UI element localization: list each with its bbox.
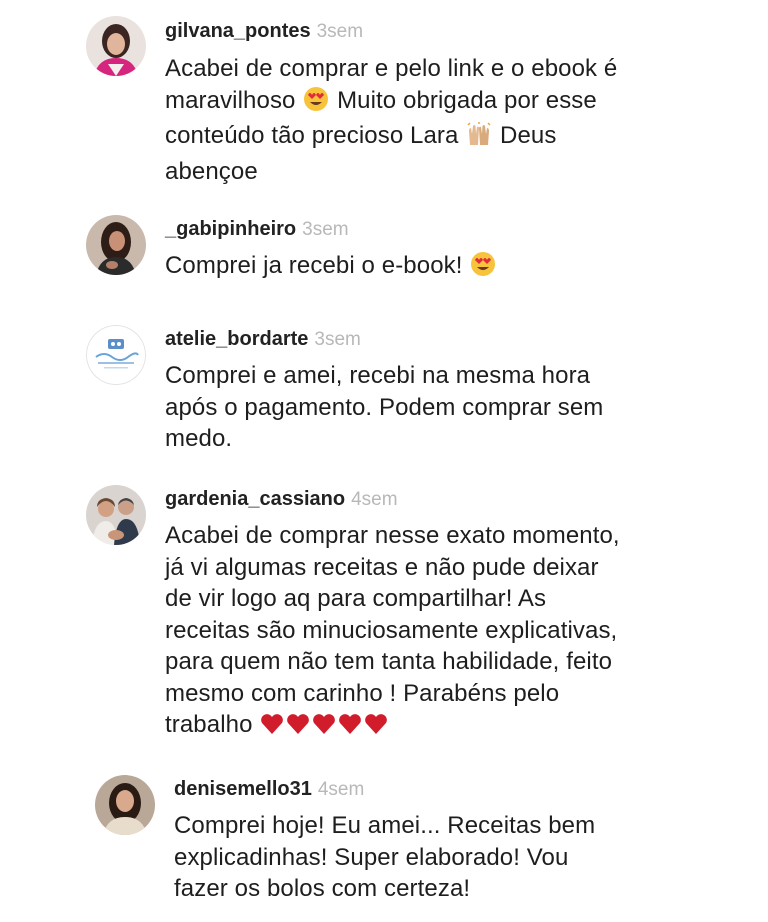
- comment-item: atelie_bordarte 3sem Comprei e amei, rece…: [0, 305, 768, 475]
- timestamp: 3sem: [302, 219, 349, 240]
- timestamp: 3sem: [316, 21, 364, 42]
- username[interactable]: denisemello31: [174, 778, 312, 800]
- comment-line: receitas são minuciosamente explicativas…: [165, 616, 618, 644]
- avatar[interactable]: [86, 16, 146, 76]
- avatar[interactable]: [86, 485, 146, 545]
- username[interactable]: gilvana_pontes: [165, 20, 311, 42]
- comment-line: conteúdo tão precioso Lara Deus: [165, 120, 617, 156]
- avatar[interactable]: [95, 775, 155, 835]
- username[interactable]: atelie_bordarte: [165, 328, 308, 350]
- comment-text: Comprei hoje! Eu amei... Receitas bem ex…: [174, 810, 595, 905]
- avatar-photo: [86, 215, 146, 275]
- avatar-photo: [86, 16, 146, 76]
- comment-line: explicadinhas! Super elaborado! Vou: [174, 843, 569, 871]
- comment-item: gilvana_pontes 3sem Acabei de comprar e p…: [0, 0, 768, 195]
- comment-line: já vi algumas receitas e não pude deixar: [165, 553, 599, 581]
- comment-line: Comprei hoje! Eu amei... Receitas bem: [174, 812, 596, 839]
- comment-item: gardenia_cassiano 4sem Acabei de comprar …: [0, 475, 768, 755]
- comment-line: Acabei de comprar e pelo link e o ebook …: [165, 55, 618, 82]
- comment-line: Acabei de comprar nesse exato momento,: [165, 522, 620, 549]
- comment-text: Acabei de comprar e pelo link e o ebook …: [165, 53, 617, 187]
- comment-line: Comprei ja recebi o e-book!: [165, 250, 497, 286]
- comment-line: mesmo com carinho ! Parabéns pelo: [165, 679, 560, 707]
- comment-text-fragment: trabalho: [165, 711, 253, 738]
- username[interactable]: _gabipinheiro: [165, 218, 296, 240]
- comment-text-fragment: maravilhoso: [165, 86, 296, 114]
- comment-line: trabalho: [165, 709, 620, 745]
- comment-item: denisemello31 4sem Comprei hoje! Eu amei.…: [0, 755, 768, 922]
- comment-text: Comprei ja recebi o e-book!: [165, 250, 497, 286]
- heart-eyes-emoji-icon: [470, 251, 496, 286]
- comment-item: _gabipinheiro 3sem Comprei ja recebi o e-…: [0, 195, 768, 305]
- comment-text-fragment: Comprei ja recebi o e-book!: [165, 252, 463, 279]
- comment-text-fragment: Deus: [500, 122, 557, 149]
- comment-line: fazer os bolos com certeza!: [174, 875, 471, 902]
- timestamp: 4sem: [317, 779, 365, 800]
- avatar[interactable]: [86, 215, 146, 275]
- comment-line: de vir logo aq para compartilhar! As: [165, 585, 547, 612]
- hearts-emoji-icon: [260, 712, 392, 745]
- avatar-logo: [86, 325, 146, 385]
- comment-text: Comprei e amei, recebi na mesma hora apó…: [165, 360, 603, 455]
- comment-line: após o pagamento. Podem comprar sem: [165, 393, 604, 421]
- comment-text-fragment: Muito obrigada por esse: [337, 86, 597, 114]
- comment-line: para quem não tem tanta habilidade, feit…: [165, 648, 613, 675]
- comment-text-fragment: conteúdo tão precioso Lara: [165, 122, 459, 149]
- comment-line: maravilhoso Muito obrigada por esse: [165, 85, 617, 121]
- timestamp: 4sem: [351, 489, 398, 510]
- avatar[interactable]: [86, 325, 146, 385]
- comment-line: Comprei e amei, recebi na mesma hora: [165, 362, 591, 389]
- avatar-photo: [95, 775, 155, 835]
- raising-hands-emoji-icon: [466, 121, 492, 156]
- avatar-photo: [86, 485, 146, 545]
- comment-line: medo.: [165, 425, 233, 452]
- timestamp: 3sem: [314, 329, 361, 350]
- comment-line: abençoe: [165, 157, 258, 185]
- heart-eyes-emoji-icon: [303, 86, 329, 121]
- comment-text: Acabei de comprar nesse exato momento, j…: [165, 520, 620, 745]
- username[interactable]: gardenia_cassiano: [165, 488, 345, 510]
